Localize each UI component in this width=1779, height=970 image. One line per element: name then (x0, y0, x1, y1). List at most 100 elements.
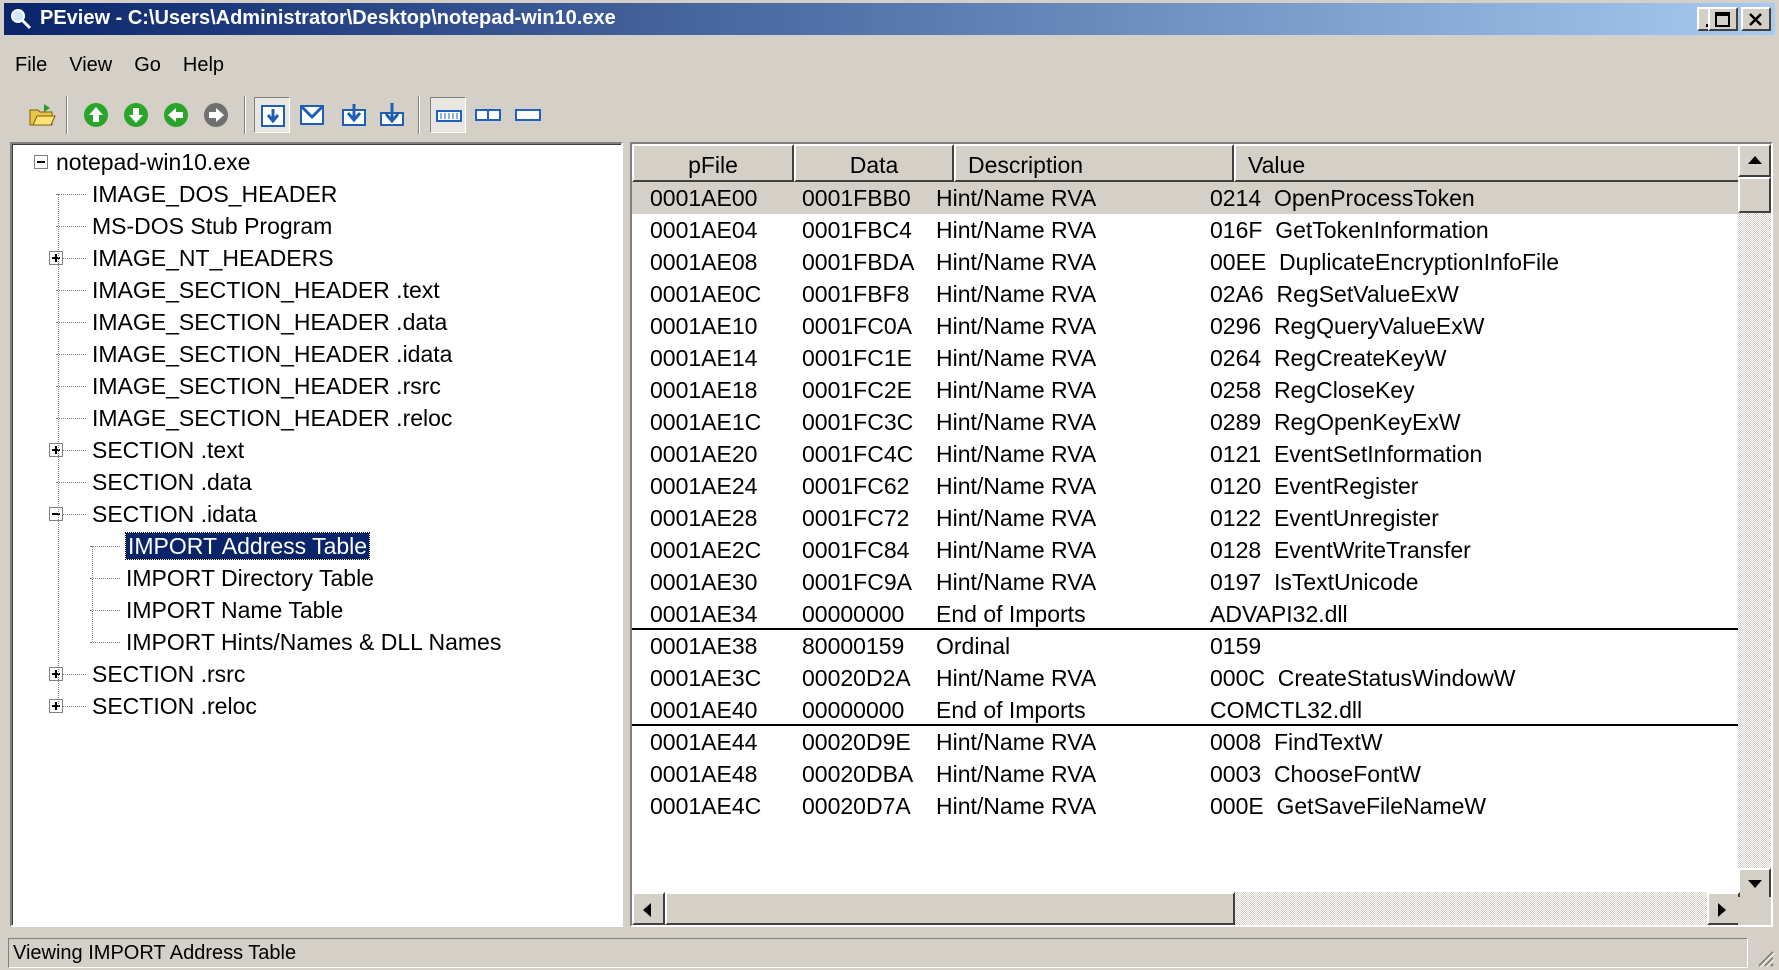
vertical-scrollbar[interactable] (1738, 144, 1771, 901)
collapse-icon[interactable] (49, 507, 63, 521)
tree-item-image-section-header-text[interactable]: IMAGE_SECTION_HEADER .text (92, 272, 440, 308)
cell-value: 000E GetSaveFileNameW (1210, 793, 1487, 819)
cell-data: 0001FBF8 (802, 281, 910, 307)
resize-grip-icon[interactable] (1753, 946, 1775, 968)
table-row[interactable]: 0001AE00 0001FBB0 Hint/Name RVA 0214 OpenPr… (632, 182, 1740, 214)
menu-view[interactable]: View (58, 50, 123, 82)
cell-value: 0121 EventSetInformation (1210, 441, 1483, 467)
view-word-button[interactable] (294, 97, 330, 133)
table-row[interactable]: 0001AE34 00000000 End of Imports ADVAPI32.d… (632, 598, 1740, 630)
tree-item-image-nt-headers[interactable]: IMAGE_NT_HEADERS (92, 240, 334, 276)
table-row[interactable]: 0001AE4C 00020D7A Hint/Name RVA 000E GetSav… (632, 790, 1740, 822)
table-row[interactable]: 0001AE2C 0001FC84 Hint/Name RVA 0128 EventW… (632, 534, 1740, 566)
collapse-icon[interactable] (34, 155, 48, 169)
table-row[interactable]: 0001AE38 80000159 Ordinal 0159 (632, 630, 1740, 662)
tree-item-import-directory-table[interactable]: IMPORT Directory Table (126, 560, 374, 596)
tree-item-import-address-table[interactable]: IMPORT Address Table (124, 528, 371, 564)
column-header-data[interactable]: Data (794, 144, 954, 182)
cell-data: 00020D9E (802, 729, 911, 755)
table-row[interactable]: 0001AE08 0001FBDA Hint/Name RVA 00EE Duplic… (632, 246, 1740, 278)
expand-icon[interactable] (49, 667, 63, 681)
expand-icon[interactable] (49, 699, 63, 713)
menu-file[interactable]: File (4, 50, 58, 82)
view-qword-button[interactable] (374, 97, 410, 133)
table-row[interactable]: 0001AE48 00020DBA Hint/Name RVA 0003 Choose… (632, 758, 1740, 790)
tree-item-image-section-header-idata[interactable]: IMAGE_SECTION_HEADER .idata (92, 336, 452, 372)
expand-icon[interactable] (49, 443, 63, 457)
tree-view[interactable]: notepad-win10.exe IMAGE_DOS_HEADER MS-DOS … (10, 142, 623, 927)
table-row[interactable]: 0001AE1C 0001FC3C Hint/Name RVA 0289 RegOpe… (632, 406, 1740, 438)
vertical-scroll-thumb[interactable] (1738, 177, 1771, 213)
cell-desc: Hint/Name RVA (936, 761, 1097, 787)
cell-pfile: 0001AE18 (650, 377, 758, 403)
cell-pfile: 0001AE08 (650, 249, 758, 275)
cell-pfile: 0001AE34 (650, 601, 758, 627)
table-row[interactable]: 0001AE10 0001FC0A Hint/Name RVA 0296 RegQue… (632, 310, 1740, 342)
cell-pfile: 0001AE14 (650, 345, 758, 371)
table-row[interactable]: 0001AE40 00000000 End of Imports COMCTL32.d… (632, 694, 1740, 726)
cell-pfile: 0001AE28 (650, 505, 758, 531)
horizontal-scroll-thumb[interactable] (665, 892, 1235, 925)
scroll-up-button[interactable] (1738, 144, 1771, 177)
next-button[interactable] (198, 97, 234, 133)
down-button[interactable] (118, 97, 154, 133)
tree-item-section-text[interactable]: SECTION .text (92, 432, 244, 468)
tree-item-notepad-win10-exe[interactable]: notepad-win10.exe (56, 144, 250, 180)
back-button[interactable] (158, 97, 194, 133)
cell-data: 0001FC9A (802, 569, 912, 595)
close-button[interactable] (1741, 7, 1771, 31)
left-arrow-icon (164, 103, 188, 127)
column-header-description[interactable]: Description (954, 144, 1234, 182)
open-button[interactable] (24, 97, 60, 133)
tree-item-import-name-table[interactable]: IMPORT Name Table (126, 592, 343, 628)
menu-help[interactable]: Help (172, 50, 235, 82)
cell-pfile: 0001AE1C (650, 409, 762, 435)
tree-item-section-reloc[interactable]: SECTION .reloc (92, 688, 257, 724)
forward-button[interactable] (78, 97, 114, 133)
expand-icon[interactable] (49, 251, 63, 265)
scroll-left-button[interactable] (632, 892, 665, 925)
table-row[interactable]: 0001AE14 0001FC1E Hint/Name RVA 0264 RegCre… (632, 342, 1740, 374)
table-row[interactable]: 0001AE18 0001FC2E Hint/Name RVA 0258 RegClo… (632, 374, 1740, 406)
table-row[interactable]: 0001AE28 0001FC72 Hint/Name RVA 0122 EventU… (632, 502, 1740, 534)
tree-item-image-section-header-rsrc[interactable]: IMAGE_SECTION_HEADER .rsrc (92, 368, 441, 404)
table-row[interactable]: 0001AE30 0001FC9A Hint/Name RVA 0197 IsText… (632, 566, 1740, 598)
cell-pfile: 0001AE0C (650, 281, 762, 307)
tree-item-section-rsrc[interactable]: SECTION .rsrc (92, 656, 245, 692)
view-mid-button[interactable] (470, 97, 506, 133)
min-view-icon (515, 109, 541, 121)
menu-go[interactable]: Go (123, 50, 172, 82)
table-row[interactable]: 0001AE20 0001FC4C Hint/Name RVA 0121 EventS… (632, 438, 1740, 470)
scroll-right-button[interactable] (1707, 892, 1740, 925)
tree-item-image-section-header-reloc[interactable]: IMAGE_SECTION_HEADER .reloc (92, 400, 452, 436)
title-bar[interactable]: PEview - C:\Users\Administrator\Desktop\… (4, 3, 1775, 35)
horizontal-scrollbar[interactable] (632, 892, 1740, 925)
view-dword-button[interactable] (336, 97, 372, 133)
table-row[interactable]: 0001AE24 0001FC62 Hint/Name RVA 0120 EventR… (632, 470, 1740, 502)
maximize-button[interactable] (1708, 7, 1738, 31)
data-list-view[interactable]: pFile Data Description Value 0001AE00 000… (630, 142, 1773, 927)
cell-value: 0197 IsTextUnicode (1210, 569, 1419, 595)
right-arrow-disabled-icon (204, 103, 228, 127)
column-header-value[interactable]: Value (1234, 144, 1740, 182)
view-min-button[interactable] (510, 97, 546, 133)
table-row[interactable]: 0001AE3C 00020D2A Hint/Name RVA 000C Create… (632, 662, 1740, 694)
table-row[interactable]: 0001AE0C 0001FBF8 Hint/Name RVA 02A6 RegSet… (632, 278, 1740, 310)
view-byte-button[interactable] (254, 97, 290, 133)
tree-item-import-hints-names-dll-names[interactable]: IMPORT Hints/Names & DLL Names (126, 624, 501, 660)
tree-item-section-data[interactable]: SECTION .data (92, 464, 252, 500)
column-header-pfile[interactable]: pFile (632, 144, 794, 182)
table-row[interactable]: 0001AE44 00020D9E Hint/Name RVA 0008 FindTe… (632, 726, 1740, 758)
table-row[interactable]: 0001AE04 0001FBC4 Hint/Name RVA 016F GetTok… (632, 214, 1740, 246)
tree-item-image-section-header-data[interactable]: IMAGE_SECTION_HEADER .data (92, 304, 447, 340)
tree-item-ms-dos-stub-program[interactable]: MS-DOS Stub Program (92, 208, 332, 244)
tree-item-label: IMAGE_SECTION_HEADER .text (92, 277, 440, 303)
cell-value: COMCTL32.dll (1210, 697, 1363, 723)
tree-item-label: IMAGE_SECTION_HEADER .data (92, 309, 448, 335)
cell-desc: Hint/Name RVA (936, 409, 1097, 435)
menu-bar: File View Go Help (4, 50, 235, 82)
tree-item-image-dos-header[interactable]: IMAGE_DOS_HEADER (92, 176, 337, 212)
tree-item-label: IMPORT Address Table (124, 532, 371, 560)
tree-item-section-idata[interactable]: SECTION .idata (92, 496, 257, 532)
view-hex-button[interactable] (430, 97, 466, 133)
